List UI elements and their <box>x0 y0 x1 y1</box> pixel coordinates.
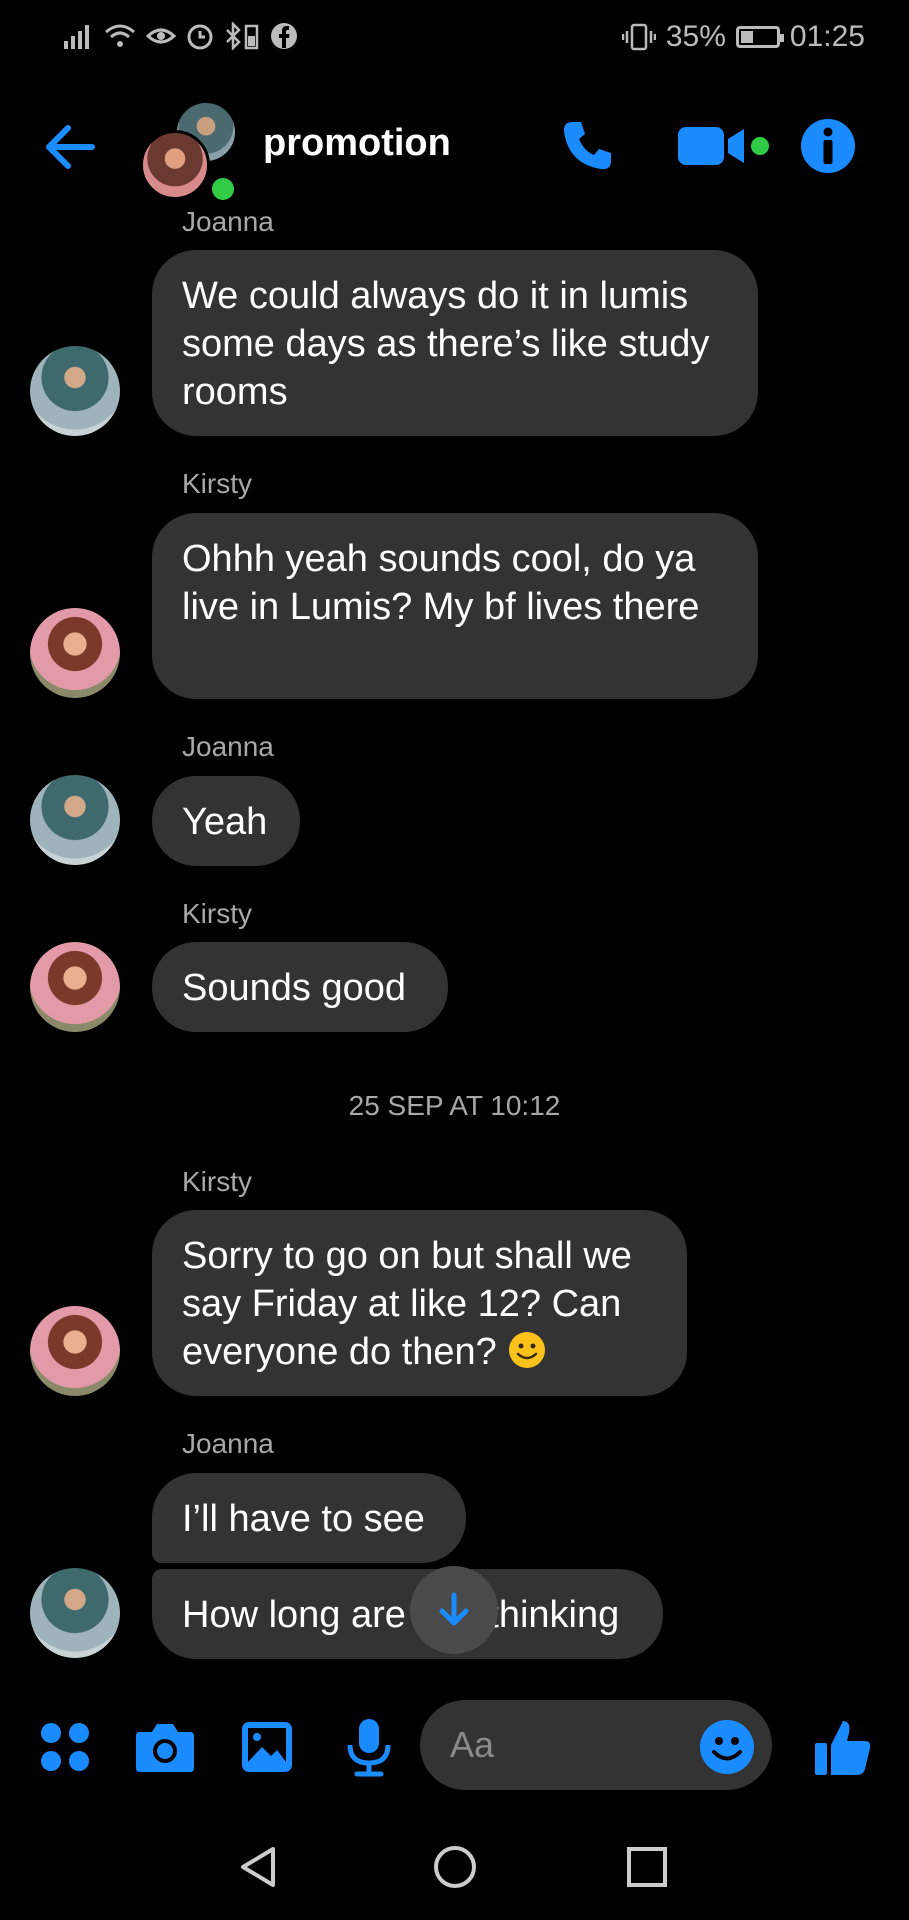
timestamp: 25 SEP AT 10:12 <box>348 1090 561 1121</box>
signal-icon <box>64 25 89 49</box>
chat-header: promotion <box>0 90 909 204</box>
nav-home-icon[interactable] <box>430 1842 480 1892</box>
emoji-icon[interactable] <box>696 1716 758 1778</box>
video-camera-icon[interactable] <box>672 114 772 178</box>
battery-icon <box>735 26 784 48</box>
scroll-down-icon[interactable] <box>410 1566 498 1654</box>
smiling-face-emoji-icon <box>509 1332 546 1368</box>
camera-icon[interactable] <box>134 1716 196 1778</box>
wifi-icon <box>105 24 135 47</box>
eye-icon <box>146 28 176 44</box>
clock: 01:25 <box>789 20 865 53</box>
avatar[interactable] <box>30 1306 120 1396</box>
sender-name: Kirsty <box>182 1166 252 1197</box>
avatar[interactable] <box>30 942 120 1032</box>
sender-name: Kirsty <box>182 898 252 929</box>
status-bar: 35% 01:25 <box>0 0 909 80</box>
status-icons-right: 35% 01:25 <box>621 20 865 54</box>
gallery-icon[interactable] <box>236 1716 298 1778</box>
online-indicator <box>208 174 238 204</box>
message-bubble[interactable]: Sorry to go on but shall we say Friday a… <box>152 1210 687 1396</box>
facebook-icon <box>271 23 297 49</box>
phone-icon[interactable] <box>552 114 622 178</box>
message-bubble[interactable]: Yeah <box>152 776 300 866</box>
info-icon[interactable] <box>798 114 858 178</box>
member-avatar <box>140 130 210 200</box>
message-bubble[interactable]: We could always do it in lumis some days… <box>152 250 758 436</box>
message-bubble[interactable]: Ohhh yeah sounds cool, do ya live in Lum… <box>152 513 758 699</box>
avatar[interactable] <box>30 775 120 865</box>
messenger-screen: 35% 01:25 promotion Joanna We could alwa… <box>0 0 909 1920</box>
alarm-icon <box>187 24 213 50</box>
avatar[interactable] <box>30 1568 120 1658</box>
sender-name: Kirsty <box>182 468 252 499</box>
message-bubble[interactable]: I’ll have to see <box>152 1473 466 1563</box>
avatar[interactable] <box>30 608 120 698</box>
message-bubble[interactable]: How long are you thinking <box>152 1569 663 1659</box>
apps-grid-icon[interactable] <box>34 1716 96 1778</box>
microphone-icon[interactable] <box>338 1716 400 1778</box>
avatar[interactable] <box>30 346 120 436</box>
sender-name: Joanna <box>182 1428 274 1459</box>
group-avatar[interactable] <box>140 100 240 204</box>
system-navigation-bar <box>0 1830 909 1900</box>
message-bubble[interactable]: Sounds good <box>152 942 448 1032</box>
back-arrow-icon[interactable] <box>40 118 98 176</box>
battery-percent: 35% <box>665 20 726 53</box>
message-composer <box>0 1700 909 1792</box>
thumbs-up-icon[interactable] <box>812 1716 874 1778</box>
sender-name: Joanna <box>182 731 274 762</box>
message-text: Sorry to go on but shall we say Friday a… <box>182 1235 632 1373</box>
nav-back-icon[interactable] <box>234 1842 284 1892</box>
vibrate-icon <box>621 23 656 51</box>
status-icons-left <box>64 22 298 50</box>
conversation-title[interactable]: promotion <box>263 122 451 165</box>
sender-name: Joanna <box>182 206 274 237</box>
bluetooth-battery-icon <box>226 22 259 50</box>
nav-recents-icon[interactable] <box>622 1842 672 1892</box>
